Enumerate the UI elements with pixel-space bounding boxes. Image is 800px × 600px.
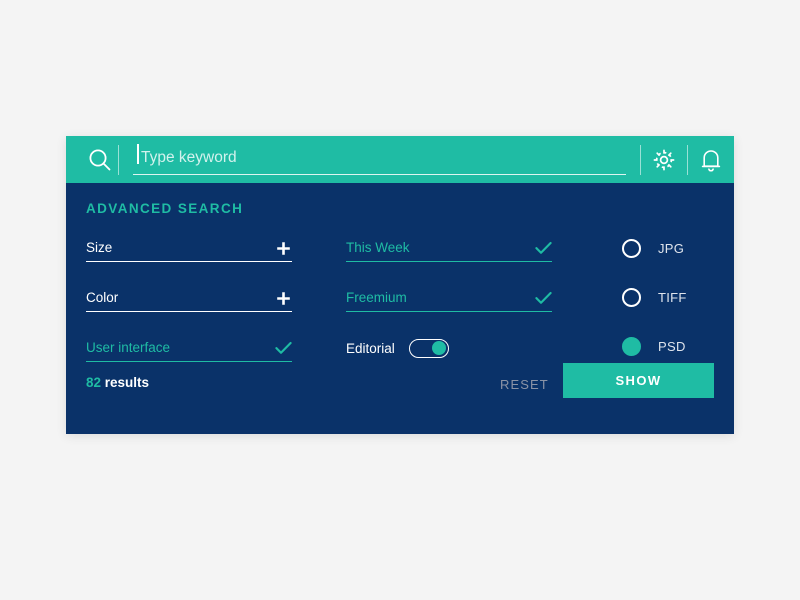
page-title: ADVANCED SEARCH [86,201,244,216]
radio-selected-icon [622,336,641,356]
editorial-label: Editorial [346,340,395,356]
format-label-jpg: JPG [658,240,685,256]
search-bar [66,136,734,183]
filter-label-user-interface: User interface [86,340,171,356]
bar-divider-left [118,144,119,175]
filter-label-color: Color [86,290,119,306]
filter-row-freemium[interactable]: Freemium [346,285,552,312]
filter-row-color[interactable]: Color [86,285,292,312]
text-cursor [137,143,139,164]
filter-row-user-interface[interactable]: User interface [86,335,292,362]
radio-icon [622,287,641,307]
toggle-knob [431,340,446,355]
format-option-tiff[interactable]: TIFF [622,284,734,310]
advanced-search-panel: ADVANCED SEARCH Size Color User interfac… [66,183,734,434]
editorial-toggle-row: Editorial [346,335,552,361]
filter-column-middle: This Week Freemium Editorial [346,235,552,361]
keyword-field [133,142,626,178]
editorial-toggle[interactable] [408,338,449,358]
search-icon[interactable] [82,142,118,178]
plus-icon[interactable] [274,289,292,307]
filter-label-freemium: Freemium [346,290,407,306]
results-count: 82 results [86,375,149,390]
filter-label-this-week: This Week [346,240,410,256]
check-icon[interactable] [534,289,552,307]
filter-label-size: Size [86,240,113,256]
radio-icon [622,238,641,258]
plus-icon[interactable] [274,239,292,257]
filter-column-left: Size Color User interface [86,235,292,385]
format-label-psd: PSD [658,338,686,354]
results-word: results [101,375,150,390]
reset-button[interactable]: RESET [496,373,553,396]
format-label-tiff: TIFF [658,289,687,305]
search-input[interactable] [133,144,626,175]
format-options-group: JPG TIFF PSD [622,235,734,382]
results-number: 82 [86,375,102,390]
filter-row-size[interactable]: Size [86,235,292,262]
format-option-psd[interactable]: PSD [622,333,734,359]
format-option-jpg[interactable]: JPG [622,235,734,261]
gear-icon[interactable] [641,136,687,183]
check-icon[interactable] [534,239,552,257]
check-icon[interactable] [274,339,292,357]
show-button[interactable]: SHOW [563,363,714,398]
bell-icon[interactable] [688,136,734,183]
advanced-search-card: ADVANCED SEARCH Size Color [66,136,734,434]
filter-row-this-week[interactable]: This Week [346,235,552,262]
